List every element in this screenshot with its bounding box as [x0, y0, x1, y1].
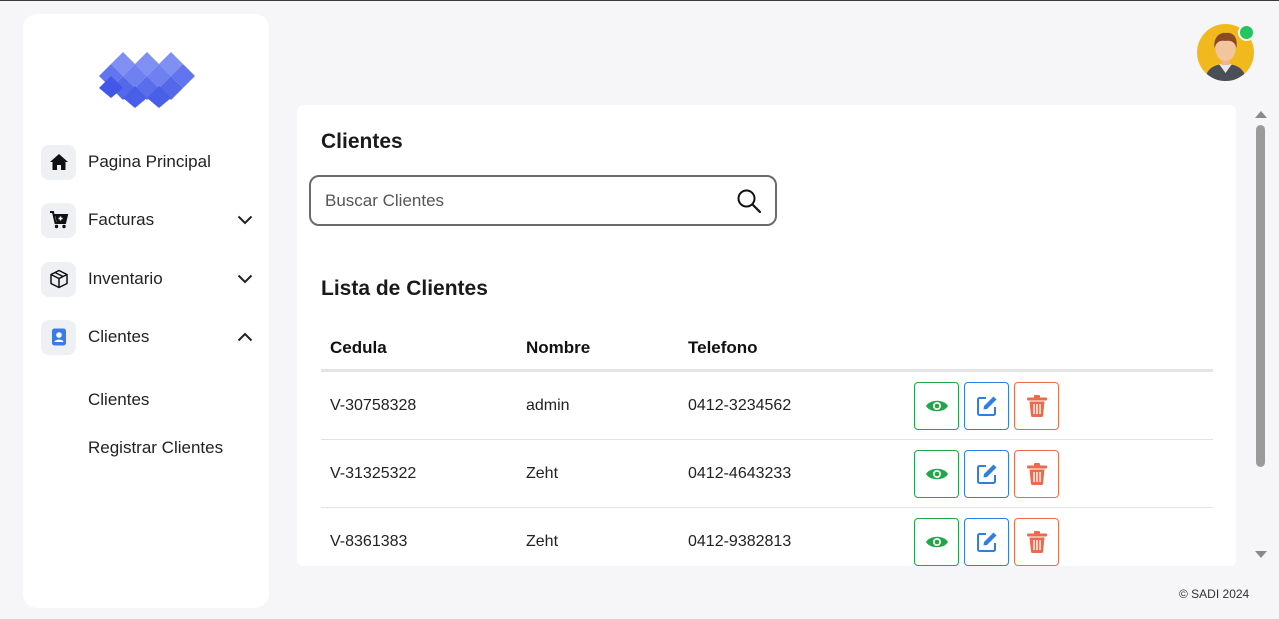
scroll-down-arrow-icon[interactable] — [1255, 551, 1267, 558]
sidebar-item-clientes[interactable]: Clientes — [41, 319, 255, 355]
clients-table: Cedula Nombre Telefono V-30758328 admin … — [321, 327, 1213, 566]
column-header-telefono: Telefono — [688, 338, 758, 357]
cart-icon — [41, 202, 76, 238]
delete-button[interactable] — [1014, 381, 1059, 430]
page-title: Clientes — [321, 130, 403, 153]
search-box — [309, 175, 777, 226]
edit-icon — [976, 464, 996, 484]
eye-icon — [925, 400, 948, 411]
cell-nombre: Zeht — [526, 464, 559, 482]
view-button[interactable] — [914, 517, 959, 566]
scroll-up-arrow-icon[interactable] — [1255, 111, 1267, 118]
edit-button[interactable] — [964, 381, 1009, 430]
scrollbar[interactable] — [1251, 105, 1269, 566]
edit-button[interactable] — [964, 517, 1009, 566]
eye-icon — [925, 468, 948, 479]
sidebar-item-label: Clientes — [88, 327, 150, 346]
cell-nombre: Zeht — [526, 532, 559, 550]
home-icon — [41, 144, 76, 180]
online-status-indicator — [1238, 24, 1255, 41]
search-icon[interactable] — [727, 179, 771, 223]
view-button[interactable] — [914, 381, 959, 430]
row-actions — [914, 517, 1059, 566]
row-actions — [914, 381, 1059, 430]
cell-telefono: 0412-4643233 — [688, 464, 792, 482]
chevron-up-icon[interactable] — [235, 327, 255, 347]
user-badge-icon — [41, 319, 76, 355]
chevron-down-icon[interactable] — [235, 210, 255, 230]
cell-telefono: 0412-9382813 — [688, 532, 792, 550]
sidebar-item-facturas[interactable]: Facturas — [41, 202, 255, 238]
delete-button[interactable] — [1014, 449, 1059, 498]
table-row: V-31325322 Zeht 0412-4643233 — [321, 440, 1213, 508]
app-logo — [99, 52, 195, 108]
scrollbar-thumb[interactable] — [1256, 125, 1265, 467]
search-input[interactable] — [311, 177, 727, 224]
sidebar-item-label: Facturas — [88, 210, 155, 229]
edit-icon — [976, 396, 996, 416]
sidebar: Pagina Principal Facturas Inventario Cli… — [23, 14, 269, 608]
list-title: Lista de Clientes — [321, 277, 488, 300]
sidebar-item-label: Pagina Principal — [88, 152, 211, 171]
edit-icon — [976, 532, 996, 552]
box-icon — [41, 261, 76, 297]
sidebar-item-pagina-principal[interactable]: Pagina Principal — [41, 144, 255, 180]
table-row: V-8361383 Zeht 0412-9382813 — [321, 508, 1213, 566]
cell-cedula: V-8361383 — [330, 532, 408, 550]
sidebar-subitem-clientes[interactable]: Clientes — [88, 390, 149, 410]
column-header-cedula: Cedula — [330, 338, 387, 357]
table-row: V-30758328 admin 0412-3234562 — [321, 372, 1213, 440]
cell-cedula: V-30758328 — [330, 396, 417, 414]
trash-icon — [1026, 462, 1047, 485]
cell-telefono: 0412-3234562 — [688, 396, 792, 414]
cell-nombre: admin — [526, 396, 570, 414]
chevron-down-icon[interactable] — [235, 269, 255, 289]
cell-cedula: V-31325322 — [330, 464, 417, 482]
edit-button[interactable] — [964, 449, 1009, 498]
delete-button[interactable] — [1014, 517, 1059, 566]
footer-copyright: © SADI 2024 — [1179, 587, 1250, 601]
sidebar-item-label: Inventario — [88, 269, 163, 288]
column-header-nombre: Nombre — [526, 338, 591, 357]
clients-card: Clientes Lista de Clientes Cedula Nombre… — [297, 105, 1236, 566]
eye-icon — [925, 536, 948, 547]
view-button[interactable] — [914, 449, 959, 498]
sidebar-subitem-registrar-clientes[interactable]: Registrar Clientes — [88, 438, 223, 458]
trash-icon — [1026, 530, 1047, 553]
sidebar-item-inventario[interactable]: Inventario — [41, 261, 255, 297]
row-actions — [914, 449, 1059, 498]
trash-icon — [1026, 394, 1047, 417]
table-header: Cedula Nombre Telefono — [321, 327, 1213, 372]
